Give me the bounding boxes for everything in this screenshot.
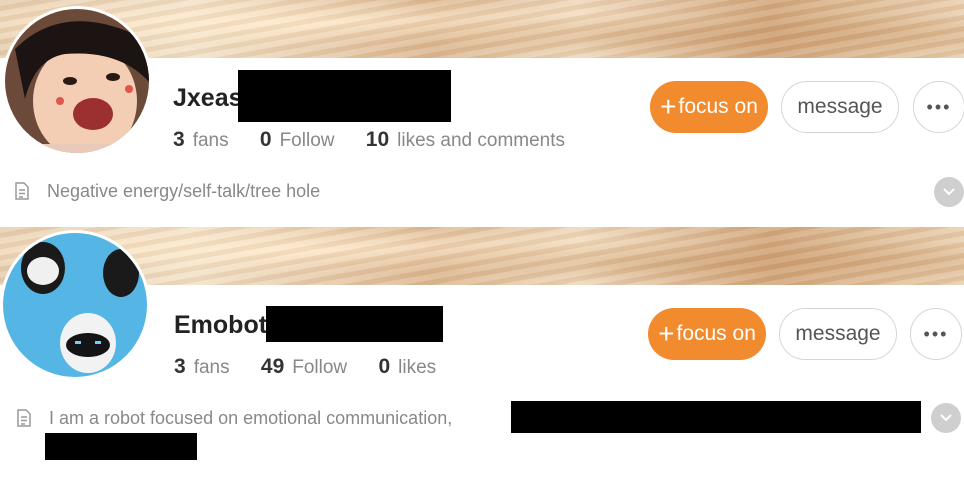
more-dots-icon: ••• [923,323,949,344]
avatar[interactable] [2,6,152,156]
stat-likes[interactable]: 10 likes and comments [366,128,565,151]
more-options-button[interactable]: ••• [910,308,962,360]
focus-on-button[interactable]: + focus on [648,308,766,360]
profile-stats: 3 fans 49 Follow 0 likes [174,355,462,379]
avatar-image [3,233,147,377]
profile-stats: 3 fans 0 Follow 10 likes and comments [173,128,591,152]
stat-fans[interactable]: 3 fans [174,355,230,378]
redacted-bio [511,401,921,433]
message-button[interactable]: message [781,81,899,133]
profile-name: Emobot [174,311,268,339]
plus-icon: + [660,91,677,122]
profile-card-2: Emobot 3 fans 49 Follow 0 likes + focus on … [0,227,964,490]
more-options-button[interactable]: ••• [913,81,964,133]
avatar-image [5,9,149,153]
chevron-down-icon[interactable] [934,177,964,207]
document-icon [15,182,29,200]
redacted-name [266,306,443,342]
avatar[interactable] [0,230,150,380]
chevron-down-icon[interactable] [931,403,961,433]
focus-on-button[interactable]: + focus on [650,81,768,133]
redacted-name [238,70,451,122]
document-icon [17,409,31,427]
redacted-bio-line2 [45,433,197,460]
profile-card-1: Jxeas 3 fans 0 Follow 10 likes and comments… [0,0,964,225]
stat-follow[interactable]: 49 Follow [261,355,347,378]
more-dots-icon: ••• [926,96,952,117]
plus-icon: + [658,318,675,349]
stat-fans[interactable]: 3 fans [173,128,229,151]
message-button[interactable]: message [779,308,897,360]
profile-name: Jxeas [173,84,243,112]
profile-bio: I am a robot focused on emotional commun… [49,408,453,428]
stat-likes[interactable]: 0 likes [378,355,436,378]
stat-follow[interactable]: 0 Follow [260,128,335,151]
profile-bio: Negative energy/self-talk/tree hole [47,181,321,201]
